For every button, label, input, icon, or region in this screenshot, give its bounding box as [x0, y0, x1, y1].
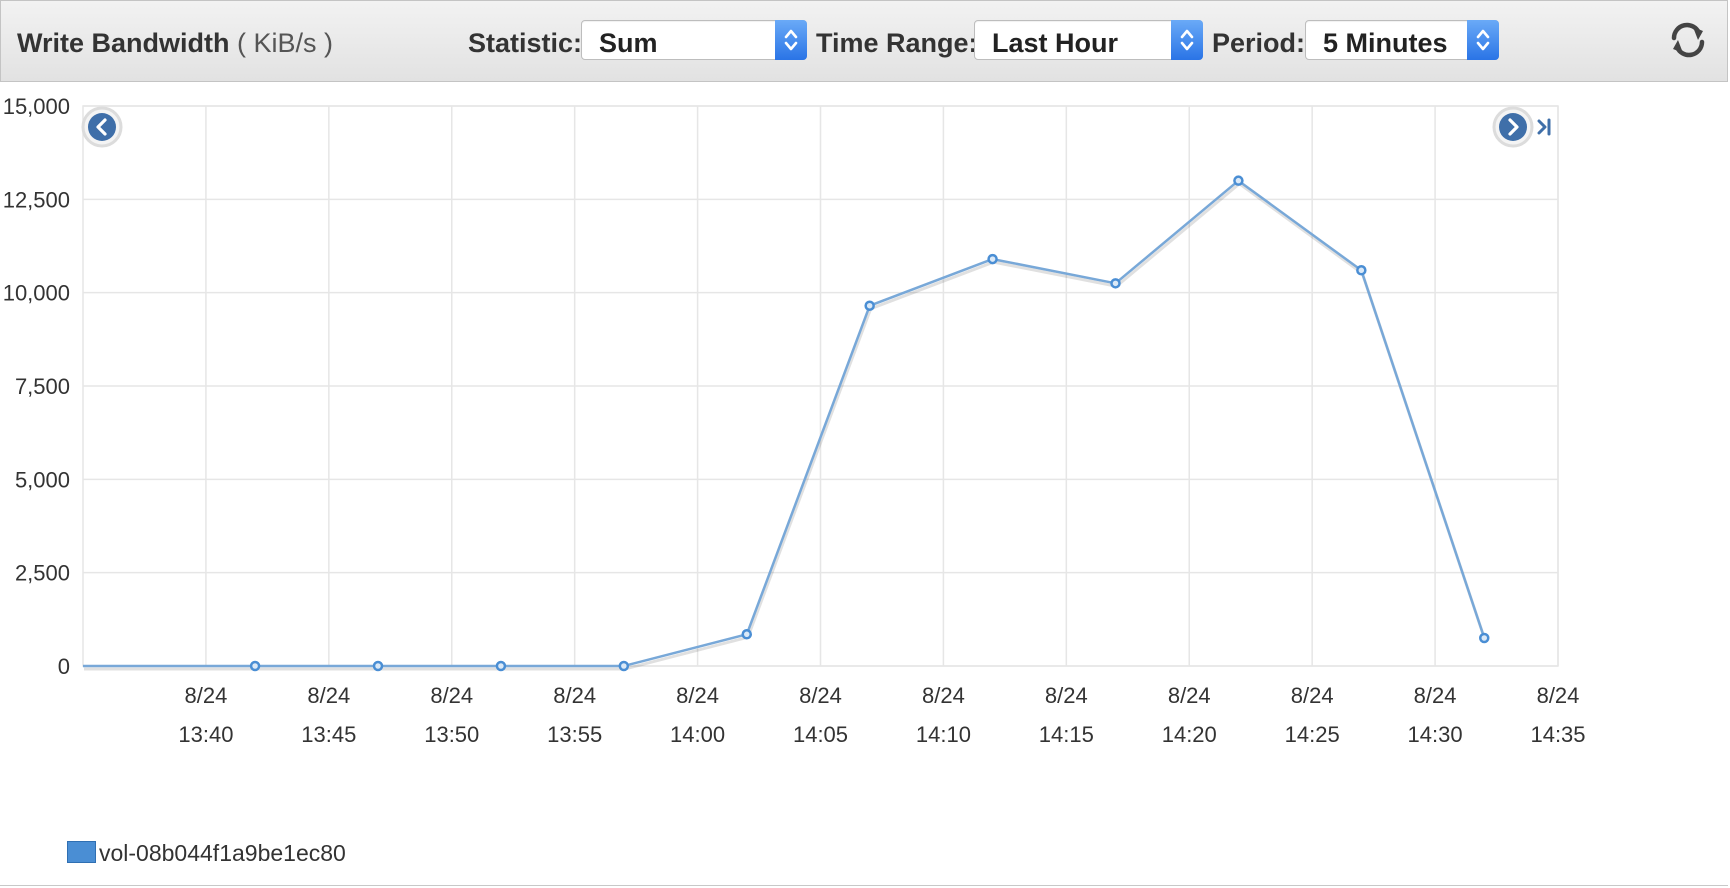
- data-point: [618, 660, 630, 672]
- x-tick-date: 8/24: [922, 683, 965, 708]
- x-tick-time: 13:40: [178, 722, 233, 747]
- y-tick-label: 15,000: [3, 94, 70, 119]
- series-line-shadow: [84, 181, 1487, 671]
- y-tick-label: 10,000: [3, 281, 70, 306]
- data-point: [495, 660, 507, 672]
- data-point: [864, 300, 875, 311]
- data-point: [1479, 632, 1490, 644]
- refresh-icon[interactable]: [1667, 19, 1709, 61]
- time-range-select[interactable]: Last Hour: [974, 20, 1203, 60]
- x-tick-date: 8/24: [1291, 683, 1334, 708]
- up-down-chevron-icon: [775, 20, 807, 60]
- period-value: 5 Minutes: [1323, 28, 1448, 58]
- y-tick-label: 7,500: [15, 374, 70, 399]
- up-down-chevron-icon: [1467, 20, 1499, 60]
- x-tick-date: 8/24: [799, 683, 842, 708]
- data-point: [249, 660, 261, 672]
- y-tick-label: 2,500: [15, 561, 70, 586]
- x-tick-date: 8/24: [1414, 683, 1457, 708]
- chart-unit: ( KiB/s ): [237, 28, 334, 58]
- data-point: [1356, 265, 1367, 276]
- x-tick-time: 14:10: [916, 722, 971, 747]
- x-tick-time: 14:15: [1039, 722, 1094, 747]
- chevron-left-circle-icon[interactable]: [81, 106, 123, 148]
- x-tick-time: 13:55: [547, 722, 602, 747]
- axis-labels: 15,000 12,500 10,000 7,500 5,000 2,500 0 8/24 13…: [3, 94, 1586, 747]
- chart-title: Write Bandwidth ( KiB/s ): [17, 28, 333, 59]
- time-range-label: Time Range:: [816, 28, 978, 58]
- chart-grid: [82, 105, 1559, 667]
- legend-label: vol-08b044f1a9be1ec80: [99, 840, 346, 866]
- x-tick-time: 13:45: [301, 722, 356, 747]
- statistic-label: Statistic:: [468, 28, 583, 58]
- divider: [0, 885, 1728, 886]
- x-tick-time: 14:05: [793, 722, 848, 747]
- x-tick-date: 8/24: [1045, 683, 1088, 708]
- y-tick-label: 12,500: [3, 187, 70, 212]
- series-line: [83, 179, 1486, 668]
- legend-swatch: [67, 841, 96, 863]
- skip-to-end-icon[interactable]: [1537, 118, 1551, 136]
- data-point: [987, 253, 998, 265]
- x-tick-time: 13:50: [424, 722, 479, 747]
- x-tick-time: 14:30: [1408, 722, 1463, 747]
- chart-header: Write Bandwidth ( KiB/s ) Statistic: Sum…: [0, 0, 1728, 82]
- period-label: Period:: [1212, 28, 1306, 58]
- y-tick-label: 5,000: [15, 467, 70, 492]
- x-tick-date: 8/24: [1537, 683, 1580, 708]
- y-tick-label: 0: [58, 654, 70, 679]
- x-tick-date: 8/24: [185, 683, 228, 708]
- x-tick-date: 8/24: [553, 683, 596, 708]
- data-point: [1110, 278, 1121, 289]
- chevron-right-circle-icon[interactable]: [1492, 106, 1534, 148]
- statistic-select[interactable]: Sum: [581, 20, 807, 60]
- up-down-chevron-icon: [1171, 20, 1203, 60]
- series-line-group: [83, 175, 1490, 672]
- x-tick-time: 14:20: [1162, 722, 1217, 747]
- time-range-value: Last Hour: [992, 28, 1119, 58]
- data-point: [1233, 175, 1244, 186]
- x-tick-date: 8/24: [430, 683, 473, 708]
- x-tick-time: 14:00: [670, 722, 725, 747]
- period-select[interactable]: 5 Minutes: [1305, 20, 1499, 60]
- x-tick-date: 8/24: [676, 683, 719, 708]
- x-tick-time: 14:25: [1285, 722, 1340, 747]
- chart-area: 15,000 12,500 10,000 7,500 5,000 2,500 0 8/24 13…: [0, 82, 1730, 888]
- x-tick-date: 8/24: [1168, 683, 1211, 708]
- data-point: [372, 660, 384, 672]
- x-tick-time: 14:35: [1530, 722, 1585, 747]
- line-chart: 15,000 12,500 10,000 7,500 5,000 2,500 0 8/24 13…: [3, 94, 1586, 747]
- chart-title-text: Write Bandwidth: [17, 28, 230, 58]
- statistic-value: Sum: [599, 28, 658, 58]
- x-tick-date: 8/24: [307, 683, 350, 708]
- data-point: [741, 629, 752, 640]
